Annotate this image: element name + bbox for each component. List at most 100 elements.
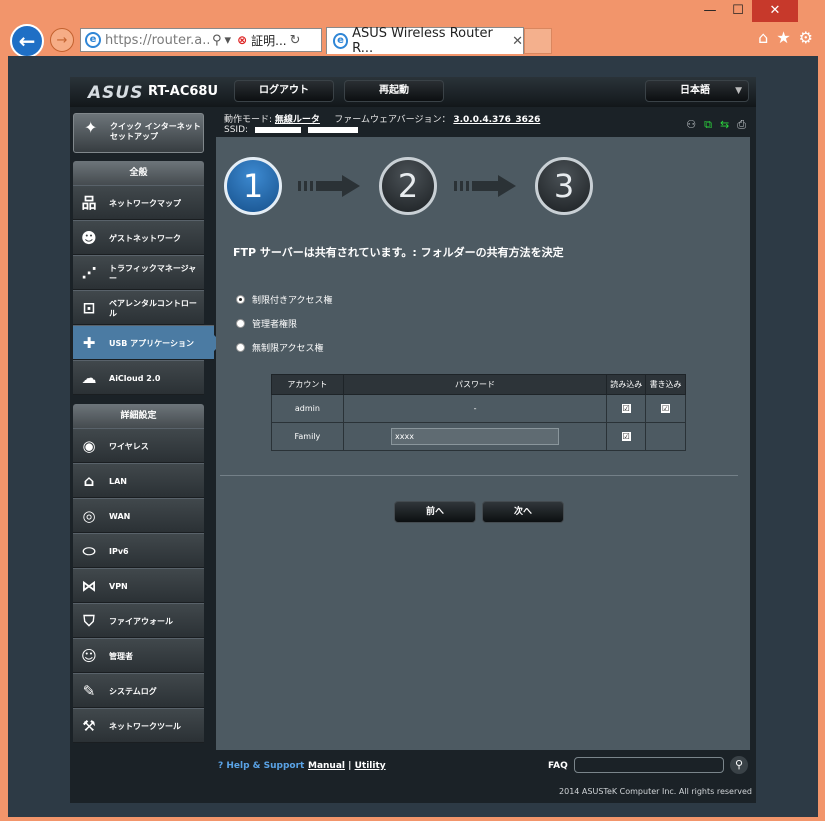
step-arrow-icon — [298, 175, 360, 197]
ssid-label: SSID: — [224, 125, 249, 135]
cloud-icon: ☁ — [81, 369, 97, 387]
option-restricted-access[interactable]: 制限付きアクセス権 — [236, 293, 333, 306]
dropdown-icon[interactable]: ▾ — [225, 33, 232, 48]
maximize-button[interactable]: ☐ — [724, 0, 752, 22]
refresh-icon[interactable]: ↻ — [290, 33, 301, 48]
sidebar-item-network-tools[interactable]: ⚒ ネットワークツール — [73, 708, 204, 743]
sidebar-item-label: LAN — [109, 476, 127, 486]
ssid-redacted — [307, 126, 358, 133]
sidebar-item-label: ネットワークマップ — [109, 198, 181, 208]
tab-title: ASUS Wireless Router R... — [352, 26, 493, 56]
option-label: 無制限アクセス権 — [252, 344, 324, 354]
sidebar-item-guest-network[interactable]: ☻ ゲストネットワーク — [73, 220, 204, 255]
op-mode-link[interactable]: 無線ルータ — [275, 115, 320, 125]
radio-button[interactable] — [236, 343, 245, 352]
wizard-panel: 1 2 3 FTP サーバーは共有されています。: フォルダーの共有方法を決定 … — [216, 137, 750, 750]
table-row: admin - ☑ ☑ — [271, 394, 686, 423]
sidebar-item-ipv6[interactable]: ⬭ IPv6 — [73, 533, 204, 568]
sidebar-item-administration[interactable]: ☺ 管理者 — [73, 638, 204, 673]
search-icon[interactable]: ⚲ — [730, 756, 748, 774]
sidebar-item-usb-application[interactable]: ✚ USB アプリケーション — [73, 325, 222, 360]
forward-button[interactable]: → — [50, 28, 74, 52]
sidebar-item-label: システムログ — [109, 686, 157, 696]
password-cell: xxxx — [342, 422, 608, 451]
certificate-error-label[interactable]: 証明... — [251, 32, 286, 49]
model-name: RT-AC68U — [148, 84, 219, 99]
ie-icon: e — [333, 33, 349, 49]
write-checkbox[interactable]: ☑ — [661, 404, 671, 413]
option-unlimited-access[interactable]: 無制限アクセス権 — [236, 341, 324, 354]
link-separator: | — [348, 761, 352, 771]
reboot-button[interactable]: 再起動 — [344, 80, 444, 102]
minimize-button[interactable]: — — [696, 0, 724, 22]
favorites-icon[interactable]: ★ — [776, 28, 790, 47]
next-button[interactable]: 次へ — [482, 501, 564, 523]
sidebar-item-label: VPN — [109, 581, 128, 591]
new-tab-button[interactable] — [524, 28, 552, 54]
prev-button[interactable]: 前へ — [394, 501, 476, 523]
network-icon[interactable]: ⧉ — [704, 118, 712, 132]
help-support-link[interactable]: ? Help & Support — [218, 761, 304, 771]
read-cell: ☑ — [606, 422, 647, 451]
certificate-error-icon[interactable]: ⊗ — [237, 33, 247, 47]
asus-logo: ASUS — [88, 83, 144, 103]
address-bar[interactable]: e https://router.a... ⚲ ▾ ⊗ 証明... ↻ — [80, 28, 322, 52]
sidebar-item-lan[interactable]: ⌂ LAN — [73, 463, 204, 498]
ipv6-icon: ⬭ — [82, 542, 96, 560]
tab-close-icon[interactable]: ✕ — [512, 34, 523, 49]
general-section-header: 全般 — [73, 161, 204, 185]
browser-titlebar: — ☐ ✕ — [0, 0, 825, 26]
sidebar-item-wireless[interactable]: ◉ ワイヤレス — [73, 428, 204, 463]
column-header-password: パスワード — [342, 374, 608, 395]
language-select[interactable]: 日本語 ▼ — [645, 80, 749, 102]
ssid-redacted — [254, 126, 301, 133]
browser-tab[interactable]: e ASUS Wireless Router R... ✕ — [326, 26, 524, 56]
write-cell: ☑ — [645, 394, 686, 423]
chevron-down-icon: ▼ — [735, 86, 742, 96]
sidebar-item-vpn[interactable]: ⋈ VPN — [73, 568, 204, 603]
magic-wand-icon: ✦ — [84, 118, 98, 137]
sidebar-item-label: ゲストネットワーク — [109, 233, 181, 243]
option-admin-rights[interactable]: 管理者権限 — [236, 317, 297, 330]
quick-internet-setup-button[interactable]: ✦ クイック インターネット セットアップ — [73, 113, 204, 153]
sidebar-item-system-log[interactable]: ✎ システムログ — [73, 673, 204, 708]
sidebar-item-label: IPv6 — [109, 546, 129, 556]
sidebar-item-network-map[interactable]: 品 ネットワークマップ — [73, 185, 204, 220]
password-input[interactable]: xxxx — [391, 428, 560, 445]
radio-button[interactable] — [236, 295, 245, 304]
sidebar-item-parental-control[interactable]: ⊡ ペアレンタルコントロール — [73, 290, 204, 325]
sidebar-item-label: USB アプリケーション — [109, 338, 194, 348]
home-icon[interactable]: ⌂ — [758, 28, 768, 47]
read-checkbox[interactable]: ☑ — [621, 404, 631, 413]
settings-icon[interactable]: ⚙ — [799, 28, 813, 47]
sidebar-item-aicloud[interactable]: ☁ AiCloud 2.0 — [73, 360, 204, 395]
wizard-question: FTP サーバーは共有されています。: フォルダーの共有方法を決定 — [233, 246, 564, 259]
page-viewport: ASUS RT-AC68U ログアウト 再起動 日本語 ▼ 動作モード: 無線ル… — [8, 56, 818, 817]
manual-link[interactable]: Manual — [308, 761, 345, 771]
clients-icon[interactable]: ⚇ — [686, 118, 696, 132]
firmware-link[interactable]: 3.0.0.4.376_3626 — [453, 115, 540, 125]
usb-icon[interactable]: ⇆ — [720, 118, 729, 132]
radio-button[interactable] — [236, 319, 245, 328]
table-row: Family xxxx ☑ — [271, 422, 686, 451]
sidebar-item-label: ペアレンタルコントロール — [109, 298, 197, 318]
back-button[interactable]: ← — [10, 24, 44, 58]
close-window-button[interactable]: ✕ — [752, 0, 798, 22]
logout-button[interactable]: ログアウト — [234, 80, 334, 102]
language-value: 日本語 — [680, 85, 710, 96]
account-table: アカウント パスワード 読み込み 書き込み admin - ☑ ☑ Family… — [271, 374, 686, 451]
url-text[interactable]: https://router.a... — [105, 33, 209, 48]
sidebar-item-firewall[interactable]: ⛉ ファイアウォール — [73, 603, 204, 638]
printer-icon[interactable]: ⎙ — [737, 118, 746, 132]
shield-icon: ⛉ — [83, 612, 95, 630]
option-label: 管理者権限 — [252, 320, 298, 330]
search-icon[interactable]: ⚲ — [212, 33, 222, 48]
utility-link[interactable]: Utility — [355, 761, 386, 771]
column-header-account: アカウント — [271, 374, 344, 395]
sidebar-item-traffic-manager[interactable]: ⋰ トラフィックマネージャー — [73, 255, 204, 290]
faq-search-input[interactable] — [574, 757, 724, 773]
read-checkbox[interactable]: ☑ — [621, 432, 631, 441]
footer-links: Manual | Utility — [308, 761, 386, 771]
wireless-icon: ◉ — [82, 437, 96, 455]
sidebar-item-wan[interactable]: ◎ WAN — [73, 498, 204, 533]
